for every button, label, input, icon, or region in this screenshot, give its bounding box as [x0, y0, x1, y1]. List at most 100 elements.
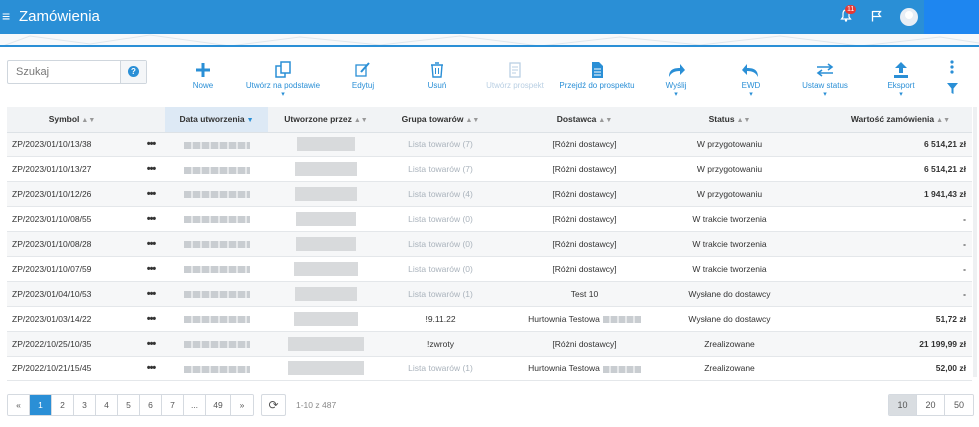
created-date-cell	[165, 256, 268, 282]
delete-button[interactable]: Usuń	[397, 60, 477, 90]
filter-icon[interactable]	[946, 82, 959, 95]
reply-icon	[742, 64, 758, 77]
table-row[interactable]: ZP/2023/01/10/13/27 ••• Lista towarów (7…	[7, 156, 972, 183]
table-row[interactable]: ZP/2023/01/10/08/28 ••• Lista towarów (0…	[7, 231, 972, 257]
table-row[interactable]: ZP/2023/01/10/08/55 ••• Lista towarów (0…	[7, 206, 972, 233]
refresh-button[interactable]: ⟳	[261, 394, 286, 416]
table-row[interactable]: ZP/2023/01/10/13/38 ••• Lista towarów (7…	[7, 132, 972, 158]
row-menu-button[interactable]: •••	[137, 331, 165, 357]
prev-page-button[interactable]: «	[8, 395, 30, 415]
page-button-5[interactable]: 5	[118, 395, 140, 415]
created-date-cell	[165, 132, 268, 158]
edit-button[interactable]: Edytuj	[323, 60, 403, 90]
row-menu-button[interactable]: •••	[137, 156, 165, 183]
created-by-cell	[268, 156, 384, 183]
status-cell: W przygotowaniu	[672, 132, 787, 158]
column-header-created-by[interactable]: Utworzone przez ▲▼	[268, 107, 384, 133]
supplier-cell: [Różni dostawcy]	[497, 231, 672, 257]
page-size-10[interactable]: 10	[889, 395, 917, 415]
orders-table: Symbol ▲▼ Data utworzenia ▼ Utworzone prze…	[7, 107, 972, 382]
plus-icon	[196, 63, 210, 77]
row-menu-button[interactable]: •••	[137, 256, 165, 282]
create-based-button[interactable]: Utwórz na podstawie ▾	[243, 60, 323, 98]
page-ellipsis: ...	[184, 395, 206, 415]
row-menu-button[interactable]: •••	[137, 181, 165, 208]
table-row[interactable]: ZP/2023/01/03/14/22 ••• !9.11.22 Hurtown…	[7, 306, 972, 332]
record-range: 1-10 z 487	[296, 400, 337, 410]
page-button-2[interactable]: 2	[52, 395, 74, 415]
table-row[interactable]: ZP/2022/10/21/15/45 ••• Lista towarów (1…	[7, 356, 972, 382]
group-cell: Lista towarów (7)	[384, 156, 497, 183]
redacted-user	[294, 311, 358, 326]
page-button-7[interactable]: 7	[162, 395, 184, 415]
column-header-supplier[interactable]: Dostawca ▲▼	[497, 107, 672, 133]
redacted-date	[183, 241, 250, 249]
column-header-group[interactable]: Grupa towarów ▲▼	[384, 107, 497, 133]
export-button[interactable]: Eksport ▾	[861, 60, 941, 98]
set-status-button[interactable]: Ustaw status ▾	[785, 60, 865, 98]
redacted-user	[288, 361, 364, 376]
row-menu-button[interactable]: •••	[137, 356, 165, 382]
user-menu[interactable]	[924, 0, 979, 34]
chevron-down-icon: ▾	[674, 91, 678, 98]
table-row[interactable]: ZP/2023/01/10/07/59 ••• Lista towarów (0…	[7, 256, 972, 282]
new-button[interactable]: Nowe	[163, 60, 243, 90]
page-button-4[interactable]: 4	[96, 395, 118, 415]
trash-icon	[431, 62, 443, 78]
search-input[interactable]	[8, 61, 121, 83]
page-button-3[interactable]: 3	[74, 395, 96, 415]
set-status-label: Ustaw status	[802, 81, 848, 90]
column-header-created-date[interactable]: Data utworzenia ▼	[165, 107, 268, 133]
supplier-cell: [Różni dostawcy]	[497, 181, 672, 208]
more-options-icon[interactable]	[949, 60, 955, 74]
column-header-status[interactable]: Status ▲▼	[672, 107, 787, 133]
page-button-1[interactable]: 1	[30, 395, 52, 415]
supplier-cell: [Różni dostawcy]	[497, 331, 672, 357]
page-size-20[interactable]: 20	[917, 395, 945, 415]
flag-icon[interactable]	[871, 10, 882, 22]
search-help-button[interactable]: ?	[120, 61, 146, 83]
vertical-scrollbar[interactable]	[973, 107, 977, 377]
create-prospect-button[interactable]: Utwórz prospekt	[475, 60, 555, 90]
row-menu-button[interactable]: •••	[137, 231, 165, 257]
symbol-cell: ZP/2023/01/10/08/55	[7, 206, 137, 233]
supplier-cell: [Różni dostawcy]	[497, 206, 672, 233]
go-to-prospect-label: Przejdź do prospektu	[559, 81, 635, 90]
redacted-date	[183, 340, 250, 348]
page-button-6[interactable]: 6	[140, 395, 162, 415]
row-menu-button[interactable]: •••	[137, 132, 165, 158]
table-row[interactable]: ZP/2022/10/25/10/35 ••• !zwroty [Różni d…	[7, 331, 972, 357]
redacted-user	[296, 212, 356, 227]
page-size-50[interactable]: 50	[945, 395, 973, 415]
group-cell: Lista towarów (0)	[384, 206, 497, 233]
created-by-cell	[268, 306, 384, 332]
value-cell: 6 514,21 zł	[787, 156, 972, 183]
created-by-cell	[268, 181, 384, 208]
table-row[interactable]: ZP/2023/01/04/10/53 ••• Lista towarów (1…	[7, 281, 972, 307]
row-menu-button[interactable]: •••	[137, 206, 165, 233]
page-button-49[interactable]: 49	[206, 395, 231, 415]
row-menu-button[interactable]: •••	[137, 281, 165, 307]
next-page-button[interactable]: »	[231, 395, 253, 415]
hamburger-icon[interactable]: ≡	[2, 9, 10, 23]
create-based-label: Utwórz na podstawie	[245, 81, 321, 90]
created-date-cell	[165, 231, 268, 257]
table-row[interactable]: ZP/2023/01/10/12/26 ••• Lista towarów (4…	[7, 181, 972, 208]
value-cell: -	[787, 281, 972, 307]
send-button[interactable]: Wyślij ▾	[636, 60, 716, 98]
symbol-cell: ZP/2023/01/10/08/28	[7, 231, 137, 257]
column-header-symbol[interactable]: Symbol ▲▼	[7, 107, 137, 133]
go-to-prospect-button[interactable]: Przejdź do prospektu	[557, 60, 637, 90]
created-by-cell	[268, 356, 384, 382]
supplier-cell: Hurtownia Testowa	[497, 306, 672, 332]
upload-icon	[894, 62, 908, 78]
row-menu-button[interactable]: •••	[137, 306, 165, 332]
created-by-cell	[268, 331, 384, 357]
symbol-cell: ZP/2023/01/10/07/59	[7, 256, 137, 282]
ewd-button[interactable]: EWD ▾	[711, 60, 791, 98]
avatar[interactable]	[900, 8, 918, 26]
refresh-icon: ⟳	[268, 398, 279, 412]
edit-label: Edytuj	[351, 81, 375, 90]
column-header-value[interactable]: Wartość zamówienia ▲▼	[787, 107, 972, 133]
redacted-user	[295, 286, 357, 301]
